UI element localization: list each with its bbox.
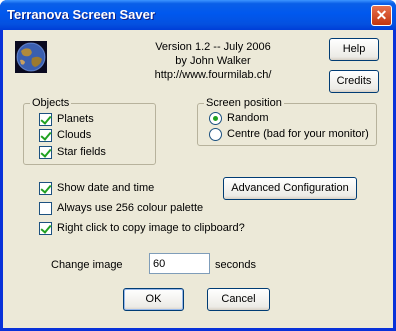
author-text: by John Walker [175,55,251,67]
palette-256-label[interactable]: Always use 256 colour palette [57,202,203,214]
credits-button[interactable]: Credits [329,70,379,93]
window-title: Terranova Screen Saver [7,7,155,22]
ok-button[interactable]: OK [123,288,184,311]
centre-label[interactable]: Centre (bad for your monitor) [227,128,369,140]
change-image-label: Change image [51,259,123,271]
screen-position-legend: Screen position [204,97,284,109]
show-date-time-checkbox[interactable] [39,182,52,195]
clouds-checkbox[interactable] [39,129,52,142]
right-click-copy-label[interactable]: Right click to copy image to clipboard? [57,222,245,234]
screensaver-dialog: Terranova Screen Saver ✕ Version 1.2 -- … [0,0,396,331]
close-button[interactable]: ✕ [371,5,392,26]
planets-checkbox[interactable] [39,113,52,126]
star-fields-label[interactable]: Star fields [57,146,106,158]
change-image-input[interactable] [149,253,210,274]
title-bar[interactable]: Terranova Screen Saver ✕ [0,0,396,30]
palette-256-checkbox[interactable] [39,202,52,215]
right-click-copy-checkbox[interactable] [39,222,52,235]
planet-icon [15,41,47,73]
clouds-label[interactable]: Clouds [57,129,91,141]
seconds-label: seconds [215,259,256,271]
url-link[interactable]: http://www.fourmilab.ch/ [113,69,313,81]
random-label[interactable]: Random [227,112,269,124]
star-fields-checkbox[interactable] [39,146,52,159]
planets-label[interactable]: Planets [57,113,94,125]
objects-legend: Objects [30,97,72,109]
random-radio[interactable] [209,112,222,125]
close-icon: ✕ [375,7,388,23]
centre-radio[interactable] [209,128,222,141]
cancel-button[interactable]: Cancel [207,288,270,311]
version-text: Version 1.2 -- July 2006 [155,41,271,53]
show-date-time-label[interactable]: Show date and time [57,182,154,194]
advanced-configuration-button[interactable]: Advanced Configuration [223,177,357,200]
help-button[interactable]: Help [329,38,379,61]
